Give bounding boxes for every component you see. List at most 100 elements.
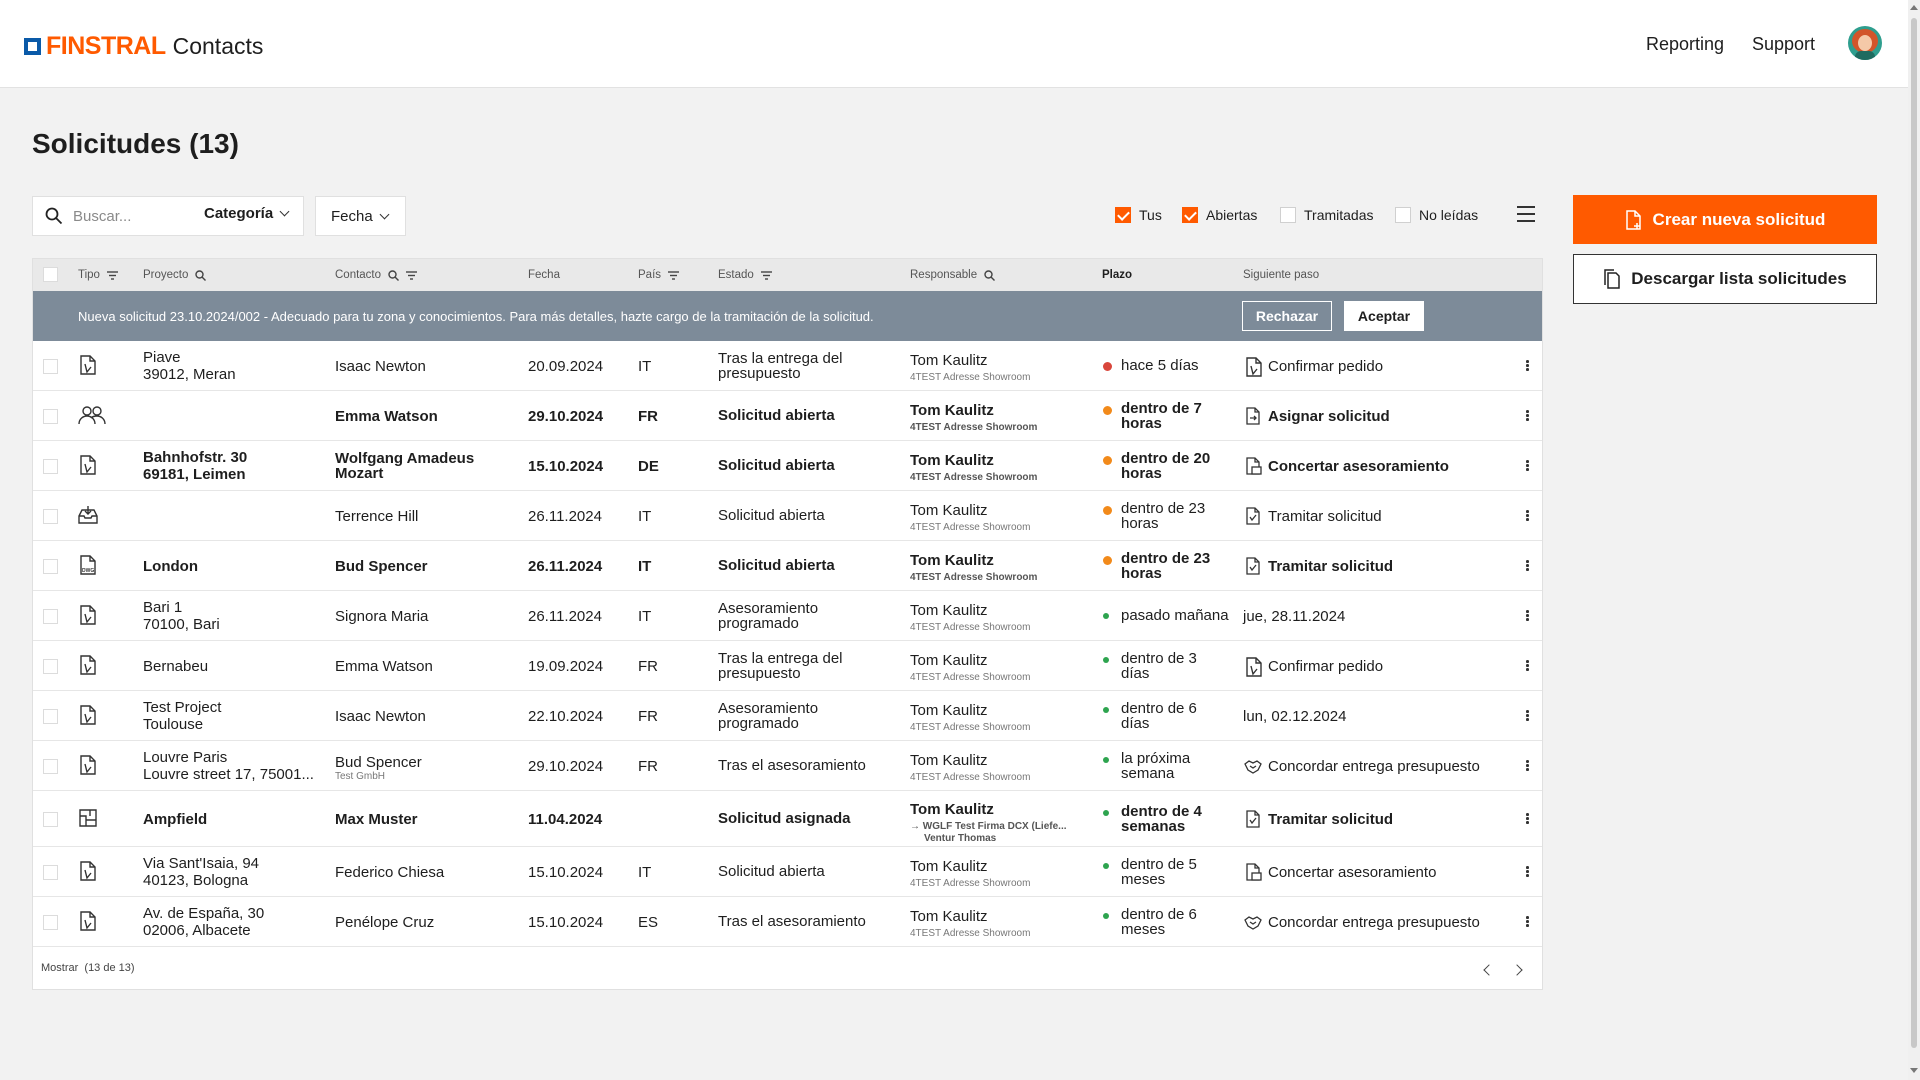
- table-row[interactable]: Terrence Hill 26.11.2024 IT Solicitud abier…: [33, 491, 1542, 541]
- filter-icon[interactable]: [106, 270, 118, 280]
- project-cell[interactable]: Ampfield: [143, 811, 207, 828]
- col-siguiente-paso[interactable]: Siguiente paso: [1243, 269, 1319, 281]
- next-step-cell[interactable]: Confirmar pedido: [1268, 358, 1383, 375]
- row-more-icon[interactable]: [1526, 460, 1530, 473]
- search-icon[interactable]: [195, 269, 207, 281]
- table-row[interactable]: Test Project Toulouse Isaac Newton 22.10.20…: [33, 691, 1542, 741]
- row-checkbox[interactable]: [43, 812, 58, 827]
- row-more-icon[interactable]: [1526, 410, 1530, 423]
- project-cell[interactable]: Av. de España, 30 02006, Albacete: [143, 905, 264, 939]
- row-more-icon[interactable]: [1526, 710, 1530, 723]
- next-step-cell[interactable]: Concertar asesoramiento: [1268, 458, 1449, 475]
- table-row[interactable]: Bahnhofstr. 30 69181, Leimen Wolfgang Amad…: [33, 441, 1542, 491]
- owner-cell[interactable]: Tom Kaulitz 4TEST Adresse Showroom: [910, 402, 1037, 434]
- filter-tus[interactable]: Tus: [1115, 207, 1162, 223]
- contact-cell[interactable]: Isaac Newton: [335, 708, 426, 725]
- row-more-icon[interactable]: [1526, 760, 1530, 773]
- row-checkbox[interactable]: [43, 409, 58, 424]
- contact-cell[interactable]: Max Muster: [335, 811, 418, 828]
- next-step-cell[interactable]: Tramitar solicitud: [1268, 811, 1393, 828]
- filter-icon[interactable]: [668, 270, 680, 280]
- select-all-checkbox[interactable]: [43, 267, 58, 282]
- contact-cell[interactable]: Signora Maria: [335, 608, 428, 625]
- contact-cell[interactable]: Federico Chiesa: [335, 864, 444, 881]
- row-more-icon[interactable]: [1526, 610, 1530, 623]
- contact-cell[interactable]: Emma Watson: [335, 658, 433, 675]
- next-step-cell[interactable]: Confirmar pedido: [1268, 658, 1383, 675]
- row-more-icon[interactable]: [1526, 360, 1530, 373]
- checkbox-tus[interactable]: [1115, 207, 1131, 223]
- accept-button[interactable]: Aceptar: [1344, 301, 1424, 331]
- owner-cell[interactable]: Tom Kaulitz 4TEST Adresse Showroom: [910, 352, 1030, 384]
- contact-cell[interactable]: Emma Watson: [335, 408, 438, 425]
- col-responsable[interactable]: Responsable: [910, 269, 996, 281]
- table-row[interactable]: Louvre Paris Louvre street 17, 75001... Bu…: [33, 741, 1542, 791]
- checkbox-abiertas[interactable]: [1182, 207, 1198, 223]
- project-cell[interactable]: Test Project Toulouse: [143, 699, 221, 733]
- col-plazo[interactable]: Plazo: [1102, 269, 1132, 281]
- contact-cell[interactable]: Isaac Newton: [335, 358, 426, 375]
- next-step-cell[interactable]: Tramitar solicitud: [1268, 508, 1382, 525]
- next-step-cell[interactable]: Asignar solicitud: [1268, 408, 1390, 425]
- owner-cell[interactable]: Tom Kaulitz 4TEST Adresse Showroom: [910, 702, 1030, 734]
- project-cell[interactable]: Bari 1 70100, Bari: [143, 599, 220, 633]
- row-checkbox[interactable]: [43, 915, 58, 930]
- owner-cell[interactable]: Tom Kaulitz 4TEST Adresse Showroom: [910, 908, 1030, 940]
- pagination-next-icon[interactable]: [1511, 964, 1523, 976]
- owner-cell[interactable]: Tom Kaulitz 4TEST Adresse Showroom: [910, 552, 1037, 584]
- filter-no-leidas[interactable]: No leídas: [1395, 207, 1478, 223]
- table-row[interactable]: Bernabeu Emma Watson 19.09.2024 FR Tras la e…: [33, 641, 1542, 691]
- filter-tramitadas[interactable]: Tramitadas: [1280, 207, 1374, 223]
- user-avatar[interactable]: [1848, 26, 1882, 60]
- reject-button[interactable]: Rechazar: [1242, 301, 1332, 331]
- owner-cell[interactable]: Tom Kaulitz 4TEST Adresse Showroom: [910, 652, 1030, 684]
- table-row[interactable]: Ampfield Max Muster 11.04.2024 Solicitud as…: [33, 791, 1542, 847]
- project-cell[interactable]: Bernabeu: [143, 658, 208, 675]
- contact-cell[interactable]: Bud Spencer: [335, 558, 428, 575]
- col-fecha[interactable]: Fecha: [528, 269, 560, 281]
- row-checkbox[interactable]: [43, 709, 58, 724]
- checkbox-tramitadas[interactable]: [1280, 207, 1296, 223]
- category-dropdown[interactable]: Categoría: [204, 205, 290, 222]
- search-icon[interactable]: [388, 269, 400, 281]
- table-row[interactable]: Via Sant'Isaia, 94 40123, Bologna Federico…: [33, 847, 1542, 897]
- next-step-cell[interactable]: jue, 28.11.2024: [1243, 608, 1345, 625]
- col-estado[interactable]: Estado: [718, 269, 772, 281]
- row-more-icon[interactable]: [1526, 916, 1530, 929]
- contact-cell[interactable]: Wolfgang Amadeus Mozart: [335, 451, 474, 481]
- next-step-cell[interactable]: lun, 02.12.2024: [1243, 708, 1346, 725]
- contact-cell[interactable]: Penélope Cruz: [335, 914, 434, 931]
- scroll-down-arrow-icon[interactable]: [1910, 1068, 1918, 1073]
- checkbox-no-leidas[interactable]: [1395, 207, 1411, 223]
- finstral-logo[interactable]: FINSTRAL Contacts: [24, 32, 263, 61]
- row-more-icon[interactable]: [1526, 560, 1530, 573]
- filter-abiertas[interactable]: Abiertas: [1182, 207, 1257, 223]
- row-more-icon[interactable]: [1526, 660, 1530, 673]
- row-checkbox[interactable]: [43, 509, 58, 524]
- pagination-prev-icon[interactable]: [1483, 964, 1495, 976]
- row-more-icon[interactable]: [1526, 866, 1530, 879]
- search-icon[interactable]: [984, 269, 996, 281]
- row-checkbox[interactable]: [43, 865, 58, 880]
- project-cell[interactable]: London: [143, 558, 198, 575]
- col-tipo[interactable]: Tipo: [78, 269, 118, 281]
- owner-cell[interactable]: Tom Kaulitz 4TEST Adresse Showroom: [910, 752, 1030, 784]
- nav-support[interactable]: Support: [1752, 34, 1815, 55]
- scroll-thumb[interactable]: [1911, 18, 1917, 1048]
- owner-cell[interactable]: Tom Kaulitz 4TEST Adresse Showroom: [910, 602, 1030, 634]
- table-row[interactable]: Emma Watson 29.10.2024 FR Solicitud abierta…: [33, 391, 1542, 441]
- owner-cell[interactable]: Tom Kaulitz 4TEST Adresse Showroom: [910, 502, 1030, 534]
- table-row[interactable]: Bari 1 70100, Bari Signora Maria 26.11.2024…: [33, 591, 1542, 641]
- create-request-button[interactable]: Crear nueva solicitud: [1573, 195, 1877, 244]
- owner-cell[interactable]: Tom Kaulitz → WGLF Test Firma DCX (Liefe.…: [910, 801, 1067, 845]
- nav-reporting[interactable]: Reporting: [1646, 34, 1724, 55]
- table-row[interactable]: DWG London Bud Spencer 26.11.2024 IT Solicitu…: [33, 541, 1542, 591]
- project-cell[interactable]: Piave 39012, Meran: [143, 349, 236, 383]
- project-cell[interactable]: Bahnhofstr. 30 69181, Leimen: [143, 449, 247, 483]
- row-checkbox[interactable]: [43, 359, 58, 374]
- next-step-cell[interactable]: Tramitar solicitud: [1268, 558, 1393, 575]
- project-cell[interactable]: Via Sant'Isaia, 94 40123, Bologna: [143, 855, 259, 889]
- row-checkbox[interactable]: [43, 659, 58, 674]
- table-row[interactable]: Av. de España, 30 02006, Albacete Penélope…: [33, 897, 1542, 947]
- next-step-cell[interactable]: Concordar entrega presupuesto: [1268, 914, 1480, 931]
